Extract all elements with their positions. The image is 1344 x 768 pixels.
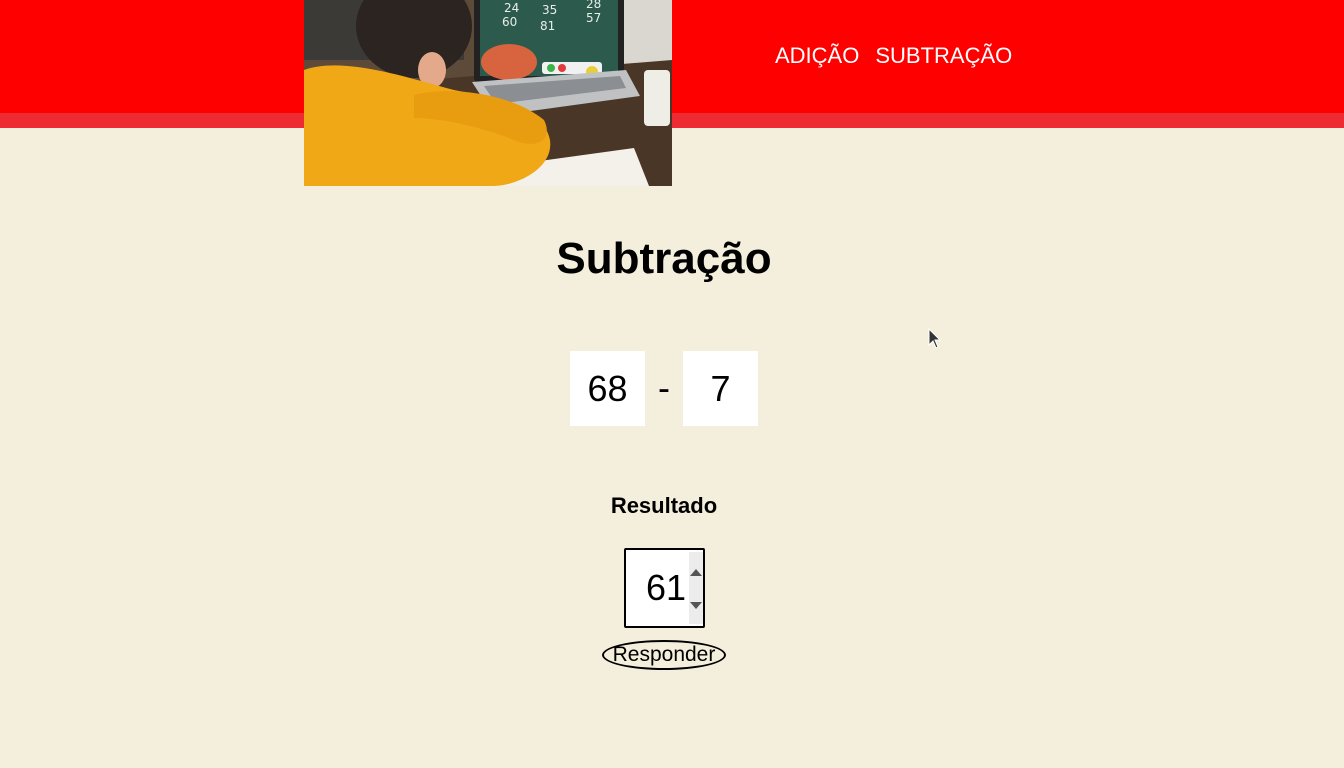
svg-text:57: 57 bbox=[586, 11, 601, 25]
respond-button[interactable]: Responder bbox=[602, 640, 726, 670]
header-bar bbox=[0, 0, 1344, 113]
operand-b: 7 bbox=[683, 351, 758, 426]
operand-a: 68 bbox=[570, 351, 645, 426]
hero-illustration: 24 60 35 81 28 57 bbox=[304, 0, 672, 186]
answer-field bbox=[624, 548, 705, 628]
svg-text:24: 24 bbox=[504, 1, 519, 15]
mouse-pointer-icon bbox=[928, 327, 942, 355]
svg-text:81: 81 bbox=[540, 19, 555, 33]
svg-text:35: 35 bbox=[542, 3, 557, 17]
page-title: Subtração bbox=[556, 234, 772, 283]
nav-link-subtracao[interactable]: SUBTRAÇÃO bbox=[875, 42, 1012, 70]
spin-up-icon[interactable] bbox=[690, 569, 702, 576]
nav-link-adicao[interactable]: ADIÇÃO bbox=[775, 42, 859, 70]
spin-down-icon[interactable] bbox=[690, 602, 702, 609]
answer-input[interactable] bbox=[626, 550, 688, 626]
number-spinner[interactable] bbox=[689, 552, 703, 624]
svg-text:60: 60 bbox=[502, 15, 517, 29]
hero-image: 24 60 35 81 28 57 bbox=[304, 0, 672, 186]
result-label: Resultado bbox=[610, 493, 718, 518]
svg-text:28: 28 bbox=[586, 0, 601, 11]
main-nav: ADIÇÃO SUBTRAÇÃO bbox=[775, 42, 1012, 70]
operator-sign: - bbox=[658, 367, 670, 408]
header-stripe bbox=[0, 113, 1344, 128]
